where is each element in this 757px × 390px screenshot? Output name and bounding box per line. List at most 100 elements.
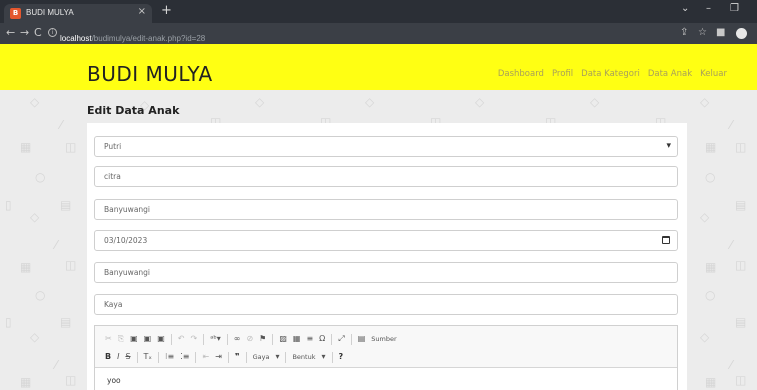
toolbar-divider [272,333,274,345]
editor-content[interactable]: yoo [107,376,121,385]
bookmark-star-icon[interactable]: ☆ [698,27,707,38]
paper-icon: ◫ [735,140,747,154]
url-input[interactable]: localhost/budimulya/edit-anak.php?id=28 [60,26,700,43]
ruler-icon: ⁄ [730,238,733,252]
chevron-down-icon[interactable]: ⌄ [681,3,689,14]
chevron-down-icon: ▾ [666,141,671,151]
nama-input-value: citra [104,172,121,181]
status-input[interactable]: Kaya [94,294,678,315]
link-icon[interactable]: ∞ [234,333,241,345]
maximize-icon[interactable]: ❐ [730,3,739,14]
toolbar-row-1: ✂ ⎘ ▣ ▣ ▣ ↶ ↷ ᵃᵇ▾ ∞ ⊘ ⚑ ▨ ▦ ≡ Ω ⤢ ▤ Sumb… [105,333,397,345]
ruler-icon: ⁄ [60,118,63,132]
reload-icon[interactable]: C [34,26,42,39]
paste-icon[interactable]: ▣ [130,333,138,345]
book-icon: ▦ [705,260,717,274]
cut-icon[interactable]: ✂ [105,333,112,345]
profile-avatar[interactable] [736,28,747,39]
kategori-select[interactable]: Putri ▾ [94,136,678,157]
forward-icon[interactable]: → [20,26,29,39]
book-icon: ▦ [705,375,717,389]
toolbar-divider [245,351,247,363]
paste-word-icon[interactable]: ▣ [157,333,165,345]
browser-tab-bar: B BUDI MULYA × + ⌄ – ❐ [0,0,757,23]
book-icon: ▤ [60,315,72,329]
nav-data-anak[interactable]: Data Anak [648,69,692,79]
tanggal-lahir-input[interactable]: 03/10/2023 [94,230,678,251]
nav-keluar[interactable]: Keluar [700,69,727,79]
share-icon[interactable]: ⇪ [680,27,688,38]
remove-format-icon[interactable]: Tₓ [144,351,152,363]
chevron-down-icon[interactable]: ▾ [321,351,325,363]
paper-icon: ◫ [65,140,77,154]
toolbar-divider [157,351,159,363]
unlink-icon[interactable]: ⊘ [246,333,253,345]
alamat-input[interactable]: Banyuwangi [94,262,678,283]
anchor-flag-icon[interactable]: ⚑ [259,333,266,345]
pencil-icon: ◇ [30,95,40,109]
toolbar-divider [331,351,333,363]
numbered-list-icon[interactable]: ⁝≡ [165,351,174,363]
toolbar-divider [350,333,352,345]
pencil-icon: ◇ [700,210,710,224]
maximize-icon[interactable]: ⤢ [338,333,344,345]
minimize-icon[interactable]: – [706,3,711,14]
spellcheck-icon[interactable]: ᵃᵇ▾ [210,333,221,345]
brand-logo-text[interactable]: BUDI MULYA [87,62,213,86]
pencil-icon: ◇ [30,210,40,224]
browser-tab[interactable]: B BUDI MULYA × [4,4,152,23]
special-char-icon[interactable]: Ω [319,333,325,345]
rich-text-editor: ✂ ⎘ ▣ ▣ ▣ ↶ ↷ ᵃᵇ▾ ∞ ⊘ ⚑ ▨ ▦ ≡ Ω ⤢ ▤ Sumb… [94,325,678,390]
pencil-icon: ◇ [365,95,375,109]
bulleted-list-icon[interactable]: ⁚≡ [180,351,189,363]
undo-icon[interactable]: ↶ [178,333,185,345]
paper-icon: ◫ [65,258,77,272]
favicon-icon: B [10,8,21,19]
calendar-icon[interactable] [662,236,670,244]
tempat-lahir-input[interactable]: Banyuwangi [94,199,678,220]
nama-input[interactable]: citra [94,166,678,187]
strike-button[interactable]: S [125,351,130,363]
ruler-icon: ⁄ [730,118,733,132]
table-icon[interactable]: ▦ [293,333,301,345]
blockquote-icon[interactable]: ❞ [235,351,240,363]
url-path: /budimulya/edit-anak.php?id=28 [91,34,206,43]
source-button[interactable]: Sumber [371,335,396,343]
redo-icon[interactable]: ↷ [191,333,198,345]
close-tab-icon[interactable]: × [138,6,146,17]
style-combo[interactable]: Gaya [253,353,270,361]
nav-data-kategori[interactable]: Data Kategori [581,69,640,79]
pencil-icon: ◇ [700,95,710,109]
outdent-icon[interactable]: ⇤ [202,351,209,363]
help-button[interactable]: ? [339,351,344,363]
toolbar-divider [170,333,172,345]
italic-button[interactable]: I [117,351,119,363]
indent-icon[interactable]: ⇥ [215,351,222,363]
paper-icon: ◫ [65,373,77,387]
format-combo[interactable]: Bentuk [292,353,315,361]
site-info-icon[interactable]: i [48,28,57,37]
toolbar-divider [226,333,228,345]
back-icon[interactable]: ← [6,26,15,39]
nav-profil[interactable]: Profil [552,69,573,79]
pencil-icon: ◇ [590,95,600,109]
image-icon[interactable]: ▨ [279,333,287,345]
circle-icon: ○ [705,170,716,184]
address-bar: ← → C i localhost/budimulya/edit-anak.ph… [0,23,757,44]
bold-button[interactable]: B [105,351,111,363]
nav-dashboard[interactable]: Dashboard [498,69,544,79]
book-icon: ▤ [60,198,72,212]
paste-text-icon[interactable]: ▣ [144,333,152,345]
toolbar-divider [195,351,197,363]
horizontal-line-icon[interactable]: ≡ [306,333,313,345]
paper-icon: ◫ [735,373,747,387]
new-tab-icon[interactable]: + [161,3,172,18]
toolbar-divider [136,351,138,363]
book-icon: ▦ [20,140,32,154]
copy-icon[interactable]: ⎘ [118,333,124,345]
extensions-icon[interactable]: ■ [716,27,725,38]
book-icon: ▦ [20,260,32,274]
tempat-lahir-input-value: Banyuwangi [104,205,151,214]
chevron-down-icon[interactable]: ▾ [275,351,279,363]
source-icon[interactable]: ▤ [358,333,366,345]
